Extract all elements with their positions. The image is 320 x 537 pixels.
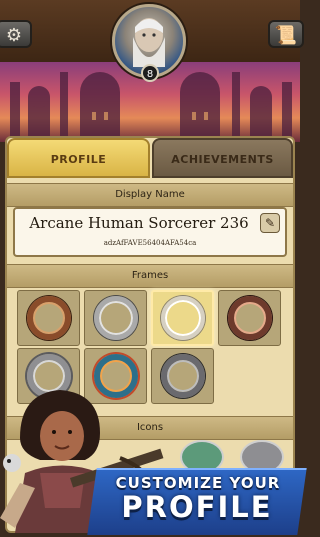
copper-frame-icon (26, 296, 71, 340)
scroll-button[interactable]: 📜 (268, 20, 304, 48)
frames-header: Frames (7, 264, 293, 288)
silver-frame-icon (93, 296, 138, 340)
tab-achievements[interactable]: ACHIEVEMENTS (152, 138, 293, 178)
frame-option-silver[interactable] (84, 290, 147, 346)
display-name-box: Arcane Human Sorcerer 236 ✎ adzAfFAVE564… (13, 207, 287, 257)
settings-button[interactable]: ⚙ (0, 20, 32, 48)
gold-frame-icon (160, 296, 205, 340)
frame-option-gold[interactable] (151, 290, 214, 346)
promo-line2: PROFILE (121, 490, 273, 524)
frame-option-rose[interactable] (218, 290, 281, 346)
display-name-header: Display Name (7, 183, 293, 207)
display-name-text: Arcane Human Sorcerer 236 (29, 214, 249, 232)
frame-option-copper[interactable] (17, 290, 80, 346)
edit-name-button[interactable]: ✎ (260, 213, 280, 233)
player-id: adzAfFAVE56404AFA54ca (103, 239, 197, 247)
rose-frame-icon (227, 296, 272, 340)
gear-icon: ⚙ (5, 25, 23, 46)
scroll-icon: 📜 (274, 25, 298, 46)
level-badge: 8 (141, 64, 159, 82)
pencil-icon: ✎ (264, 216, 276, 230)
tab-profile[interactable]: PROFILE (7, 138, 150, 178)
